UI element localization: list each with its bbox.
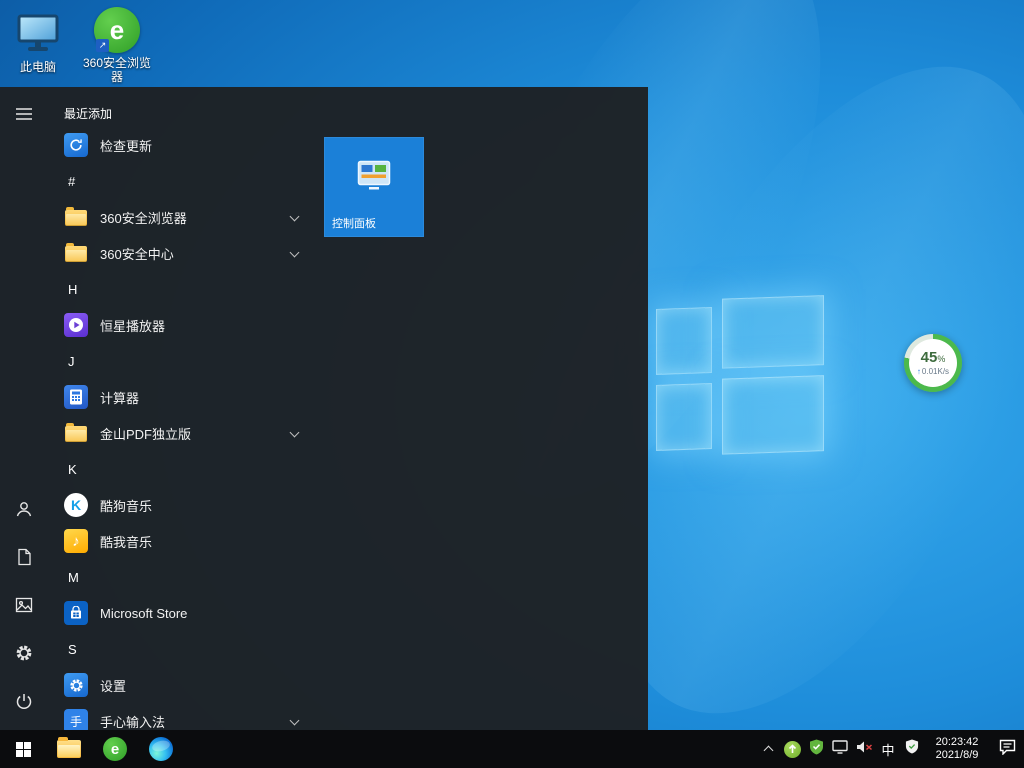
shortcut-arrow-icon: ↗ [96,39,109,52]
edge-icon [149,737,173,761]
app-item-shouxin-ime[interactable]: 手 手心输入法 [58,703,310,730]
documents-button[interactable] [0,535,48,583]
up-ball-icon [784,741,801,758]
start-menu: 最近添加 检查更新 # 360安全浏览器 360安全中心 H [0,87,648,730]
chevron-up-icon [763,746,773,756]
clock-time: 20:23:42 [926,736,988,749]
desktop-icon-this-pc[interactable]: 此电脑 [0,10,76,74]
speed-widget[interactable]: 45% ↑0.01K/s [904,334,962,392]
app-item-settings[interactable]: 设置 [58,667,310,703]
power-button[interactable] [0,679,48,727]
player-icon [64,313,88,337]
windows-logo-pane [656,307,712,375]
clock-date: 2021/8/9 [926,749,988,762]
windows-logo-pane [722,295,824,369]
gear-icon [15,644,33,667]
app-item-kugou-music[interactable]: K 酷狗音乐 [58,487,310,523]
folder-icon [64,241,88,265]
settings-button[interactable] [0,631,48,679]
chevron-down-icon[interactable] [290,212,300,222]
app-item-microsoft-store[interactable]: Microsoft Store [58,595,310,631]
windows-logo [650,289,832,481]
section-letter[interactable]: M [58,559,310,595]
chevron-down-icon[interactable] [290,428,300,438]
section-letter[interactable]: J [58,343,310,379]
update-icon [64,133,88,157]
settings-gear-icon [64,673,88,697]
desktop-screen: 此电脑 e ↗ 360安全浏览器 45% ↑0.01K/s [0,0,1024,768]
app-item-kuwo-music[interactable]: ♪ 酷我音乐 [58,523,310,559]
folder-icon [57,740,81,758]
start-button[interactable] [0,730,46,768]
expand-menu-button[interactable] [0,92,48,140]
app-item-hengxing-player[interactable]: 恒星播放器 [58,307,310,343]
pictures-button[interactable] [0,583,48,631]
speed-widget-body: 45% ↑0.01K/s [909,339,957,387]
desktop-icon-label: 360安全浏览器 [81,56,153,84]
file-explorer-button[interactable] [46,730,92,768]
start-rail [0,87,48,730]
windows-logo-pane [722,375,824,455]
power-icon [15,692,33,715]
recently-added-header: 最近添加 [58,99,324,127]
user-account-button[interactable] [0,487,48,535]
up-arrow-icon: ↑ [917,367,921,376]
tray-360-security[interactable] [804,730,828,768]
picture-icon [15,597,33,618]
network-icon [832,740,848,759]
show-hidden-icons-button[interactable] [756,730,780,768]
folder-icon [64,205,88,229]
network-button[interactable] [828,730,852,768]
volume-muted-icon [856,740,873,759]
shield-icon [809,739,824,760]
defender-shield-icon [905,739,919,759]
360-browser-taskbar-button[interactable]: e [92,730,138,768]
ime-indicator[interactable]: 中 [876,730,900,768]
section-letter[interactable]: S [58,631,310,667]
memory-percent: 45% [921,350,946,367]
notification-bubble-icon [999,739,1016,760]
clock[interactable]: 20:23:42 2021/8/9 [924,736,990,762]
windows-logo-pane [656,383,712,451]
app-item-360-browser[interactable]: 360安全浏览器 [58,199,310,235]
volume-button[interactable] [852,730,876,768]
action-center-button[interactable] [990,730,1024,768]
hamburger-icon [16,107,32,126]
section-letter[interactable]: H [58,271,310,307]
app-item-kingsoft-pdf[interactable]: 金山PDF独立版 [58,415,310,451]
net-speed: ↑0.01K/s [917,367,949,377]
desktop-icon-360-browser[interactable]: e ↗ 360安全浏览器 [79,6,155,84]
this-pc-icon [16,10,60,58]
360-browser-icon: e [103,737,127,761]
user-icon [15,500,33,523]
section-letter[interactable]: # [58,163,310,199]
ime-app-icon: 手 [64,709,88,730]
defender-button[interactable] [900,730,924,768]
kugou-icon: K [64,493,88,517]
document-icon [16,548,32,571]
desktop-icon-label: 此电脑 [20,60,56,74]
taskbar: e [0,730,1024,768]
section-letter[interactable]: K [58,451,310,487]
tile-area: 控制面板 [324,87,648,730]
kuwo-icon: ♪ [64,529,88,553]
control-panel-icon [324,137,424,215]
tray-360-speedball[interactable] [780,730,804,768]
windows-start-icon [16,742,31,757]
tile-label: 控制面板 [324,215,424,237]
tile-control-panel[interactable]: 控制面板 [324,137,424,237]
calculator-icon [64,385,88,409]
app-list: 最近添加 检查更新 # 360安全浏览器 360安全中心 H [48,87,324,730]
app-item-calculator[interactable]: 计算器 [58,379,310,415]
chevron-down-icon[interactable] [290,248,300,258]
chevron-down-icon[interactable] [290,716,300,726]
edge-taskbar-button[interactable] [138,730,184,768]
system-tray: 中 20:23:42 2021/8/9 [756,730,1024,768]
app-item-360-center[interactable]: 360安全中心 [58,235,310,271]
store-icon [64,601,88,625]
app-item-check-updates[interactable]: 检查更新 [58,127,310,163]
folder-icon [64,421,88,445]
